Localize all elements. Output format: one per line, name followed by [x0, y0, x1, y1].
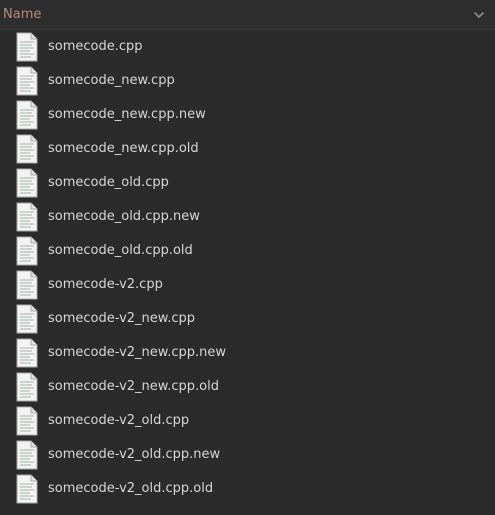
file-name: somecode-v2_new.cpp.new [48, 345, 227, 360]
text-file-icon [14, 66, 40, 96]
text-file-icon [14, 100, 40, 130]
text-file-icon [14, 304, 40, 334]
text-file-icon [14, 202, 40, 232]
file-row[interactable]: somecode-v2.cpp [0, 268, 495, 302]
file-name: somecode-v2_new.cpp.old [48, 379, 219, 394]
file-name: somecode-v2_old.cpp.new [48, 447, 221, 462]
file-row[interactable]: somecode-v2_new.cpp.old [0, 370, 495, 404]
text-file-icon [14, 168, 40, 198]
text-file-icon [14, 134, 40, 164]
file-row[interactable]: somecode_old.cpp.old [0, 234, 495, 268]
file-name: somecode_new.cpp [48, 73, 175, 88]
file-row[interactable]: somecode-v2_old.cpp.new [0, 438, 495, 472]
text-file-icon [14, 406, 40, 436]
file-name: somecode-v2_old.cpp [48, 413, 190, 428]
file-row[interactable]: somecode-v2_old.cpp [0, 404, 495, 438]
file-name: somecode_old.cpp.old [48, 243, 193, 258]
file-name: somecode-v2_old.cpp.old [48, 481, 214, 496]
file-row[interactable]: somecode.cpp [0, 30, 495, 64]
text-file-icon [14, 32, 40, 62]
text-file-icon [14, 236, 40, 266]
text-file-icon [14, 338, 40, 368]
file-row[interactable]: somecode-v2_new.cpp [0, 302, 495, 336]
file-row[interactable]: somecode-v2_new.cpp.new [0, 336, 495, 370]
file-name: somecode-v2_new.cpp [48, 311, 196, 326]
file-row[interactable]: somecode_new.cpp [0, 64, 495, 98]
file-name: somecode_old.cpp [48, 175, 169, 190]
file-name: somecode_new.cpp.old [48, 141, 199, 156]
text-file-icon [14, 372, 40, 402]
text-file-icon [14, 440, 40, 470]
chevron-down-icon[interactable] [473, 9, 485, 21]
file-row[interactable]: somecode_new.cpp.old [0, 132, 495, 166]
file-name: somecode-v2.cpp [48, 277, 163, 292]
file-list: somecode.cpp somecode_new.cpp somecode_n… [0, 30, 495, 506]
file-row[interactable]: somecode_old.cpp.new [0, 200, 495, 234]
file-name: somecode_old.cpp.new [48, 209, 200, 224]
file-row[interactable]: somecode_old.cpp [0, 166, 495, 200]
text-file-icon [14, 474, 40, 504]
file-row[interactable]: somecode-v2_old.cpp.old [0, 472, 495, 506]
file-name: somecode.cpp [48, 39, 143, 54]
file-name: somecode_new.cpp.new [48, 107, 206, 122]
name-column-header[interactable]: Name [3, 7, 41, 22]
file-row[interactable]: somecode_new.cpp.new [0, 98, 495, 132]
text-file-icon [14, 270, 40, 300]
list-header: Name [0, 0, 495, 30]
